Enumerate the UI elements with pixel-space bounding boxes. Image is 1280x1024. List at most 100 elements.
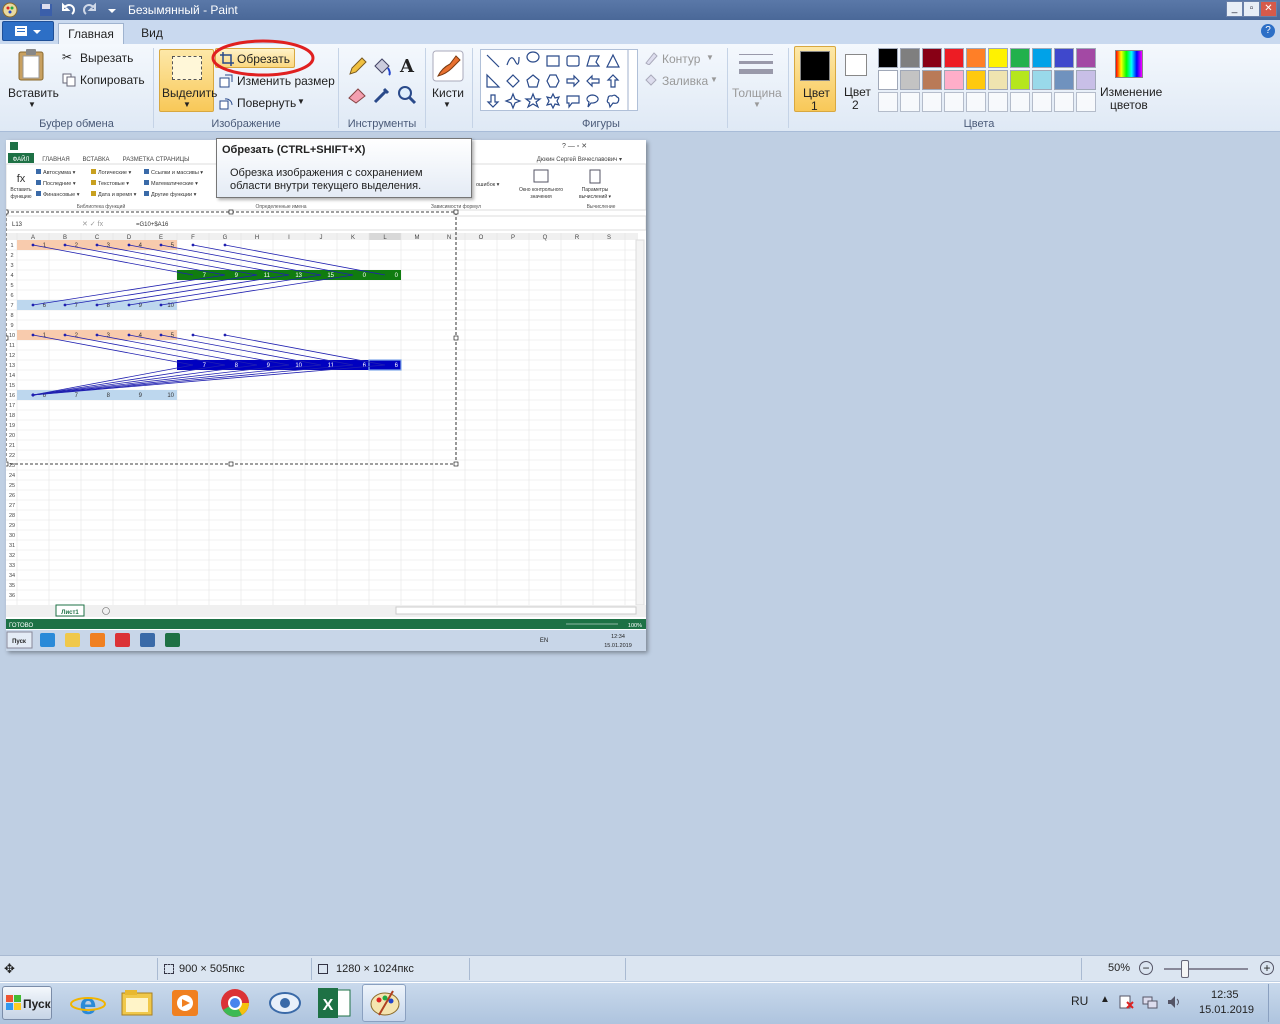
palette-swatch[interactable] bbox=[900, 48, 920, 68]
maximize-button[interactable]: ▫ bbox=[1243, 1, 1260, 17]
excel-fn-icon bbox=[144, 180, 149, 185]
start-button[interactable]: Пуск bbox=[2, 986, 52, 1020]
svg-text:e: e bbox=[80, 988, 97, 1021]
excel-row-label: 13 bbox=[9, 363, 15, 369]
text-tool-icon[interactable]: A bbox=[396, 56, 418, 78]
shape-star-five-icon bbox=[524, 92, 542, 109]
excel-text: вычислений ▾ bbox=[579, 193, 612, 200]
minimize-button[interactable]: _ bbox=[1226, 1, 1243, 17]
save-icon[interactable] bbox=[38, 2, 54, 18]
magnifier-icon[interactable] bbox=[396, 84, 418, 106]
palette-custom-slot[interactable] bbox=[1076, 92, 1096, 112]
palette-swatch[interactable] bbox=[988, 70, 1008, 90]
paint-app-icon[interactable] bbox=[2, 2, 18, 18]
rotate-button[interactable]: Повернуть ▼ bbox=[219, 94, 309, 112]
language-indicator[interactable]: RU bbox=[1071, 994, 1088, 1008]
palette-swatch[interactable] bbox=[944, 70, 964, 90]
taskbar-excel[interactable]: X bbox=[312, 984, 356, 1022]
network-icon[interactable] bbox=[1142, 994, 1158, 1010]
excel-arrow-dot bbox=[95, 303, 99, 307]
taskbar-media-player[interactable] bbox=[163, 984, 207, 1022]
taskbar-viewer[interactable] bbox=[263, 984, 307, 1022]
palette-swatch[interactable] bbox=[900, 70, 920, 90]
paint-canvas[interactable]: ? — ▫ ✕ ФАЙЛ ГЛАВНАЯ ВСТАВКА РАЗМЕТКА СТРАНИ… bbox=[6, 140, 646, 651]
excel-tab-label: ГЛАВНАЯ bbox=[42, 157, 70, 163]
color-picker-icon[interactable] bbox=[371, 84, 393, 106]
copy-button[interactable]: Копировать bbox=[62, 72, 152, 90]
action-center-icon[interactable] bbox=[1118, 994, 1134, 1010]
palette-swatch[interactable] bbox=[1032, 48, 1052, 68]
color2-swatch bbox=[845, 54, 867, 76]
palette-swatch[interactable] bbox=[1054, 70, 1074, 90]
resize-button[interactable]: Изменить размер bbox=[219, 72, 339, 90]
palette-swatch[interactable] bbox=[878, 48, 898, 68]
cut-button[interactable]: ✂ Вырезать bbox=[62, 50, 142, 68]
undo-icon[interactable] bbox=[60, 2, 76, 18]
outline-button[interactable]: Контур ▼ bbox=[644, 50, 724, 68]
zoom-out-button[interactable]: − bbox=[1139, 961, 1153, 975]
zoom-slider[interactable] bbox=[1164, 968, 1248, 970]
customize-quick-access-icon[interactable] bbox=[104, 2, 120, 18]
palette-custom-slot[interactable] bbox=[1054, 92, 1074, 112]
shape-triangle-icon bbox=[606, 53, 620, 68]
palette-swatch[interactable] bbox=[1054, 48, 1074, 68]
palette-swatch[interactable] bbox=[878, 70, 898, 90]
palette-swatch[interactable] bbox=[966, 70, 986, 90]
fill-button[interactable]: Заливка ▼ bbox=[644, 72, 724, 90]
palette-custom-slot[interactable] bbox=[966, 92, 986, 112]
color-palette bbox=[878, 48, 1098, 114]
ribbon-separator bbox=[153, 48, 154, 128]
paint-menu-button[interactable] bbox=[2, 21, 54, 41]
palette-swatch[interactable] bbox=[1076, 70, 1096, 90]
redo-icon[interactable] bbox=[82, 2, 98, 18]
pencil-icon[interactable] bbox=[346, 56, 368, 78]
taskbar-chrome[interactable] bbox=[213, 984, 257, 1022]
palette-swatch[interactable] bbox=[922, 70, 942, 90]
select-button[interactable]: Выделить ▼ bbox=[159, 49, 217, 112]
excel-fn-item: Финансовые ▾ bbox=[43, 192, 80, 198]
shape-arrow-left-icon bbox=[586, 74, 600, 88]
color2-button[interactable]: Цвет 2 bbox=[840, 46, 874, 112]
color1-button[interactable]: Цвет 1 bbox=[794, 46, 836, 113]
excel-horizontal-scrollbar bbox=[395, 606, 637, 615]
palette-swatch[interactable] bbox=[966, 48, 986, 68]
palette-swatch[interactable] bbox=[1032, 70, 1052, 90]
eraser-icon[interactable] bbox=[346, 84, 368, 106]
palette-custom-slot[interactable] bbox=[1032, 92, 1052, 112]
edit-colors-button[interactable]: Изменение цветов bbox=[1098, 48, 1164, 114]
palette-swatch[interactable] bbox=[1010, 70, 1030, 90]
fill-bucket-icon[interactable] bbox=[371, 56, 393, 78]
zoom-in-button[interactable]: + bbox=[1260, 961, 1274, 975]
excel-arrow-dot bbox=[159, 333, 163, 337]
paste-button[interactable]: Вставить ▼ bbox=[8, 48, 59, 112]
brushes-button[interactable]: Кисти ▼ bbox=[428, 48, 468, 112]
palette-custom-slot[interactable] bbox=[944, 92, 964, 112]
close-button[interactable]: ✕ bbox=[1260, 1, 1277, 17]
palette-custom-slot[interactable] bbox=[878, 92, 898, 112]
zoom-slider-thumb[interactable] bbox=[1181, 960, 1189, 978]
show-hidden-icons-icon[interactable]: ▲ bbox=[1100, 994, 1110, 1005]
rotate-icon bbox=[219, 98, 233, 110]
palette-custom-slot[interactable] bbox=[1010, 92, 1030, 112]
taskbar-paint[interactable] bbox=[362, 984, 406, 1022]
taskbar-explorer[interactable] bbox=[115, 984, 159, 1022]
palette-swatch[interactable] bbox=[988, 48, 1008, 68]
palette-swatch[interactable] bbox=[1010, 48, 1030, 68]
tab-home[interactable]: Главная bbox=[58, 23, 124, 44]
tab-view[interactable]: Вид bbox=[130, 23, 174, 44]
palette-custom-slot[interactable] bbox=[900, 92, 920, 112]
selection-size: 900 × 505пкс bbox=[158, 958, 312, 980]
gallery-scrollbar bbox=[627, 50, 629, 110]
palette-custom-slot[interactable] bbox=[988, 92, 1008, 112]
palette-swatch[interactable] bbox=[1076, 48, 1096, 68]
palette-swatch[interactable] bbox=[922, 48, 942, 68]
shapes-gallery[interactable] bbox=[480, 49, 638, 111]
palette-swatch[interactable] bbox=[944, 48, 964, 68]
palette-custom-slot[interactable] bbox=[922, 92, 942, 112]
excel-row-label: 19 bbox=[9, 423, 15, 429]
size-button[interactable]: Толщина ▼ bbox=[730, 48, 784, 112]
volume-icon[interactable] bbox=[1166, 994, 1182, 1010]
taskbar-ie[interactable]: e bbox=[66, 984, 110, 1022]
help-icon[interactable]: ? bbox=[1261, 24, 1275, 38]
show-desktop-button[interactable] bbox=[1268, 984, 1280, 1022]
